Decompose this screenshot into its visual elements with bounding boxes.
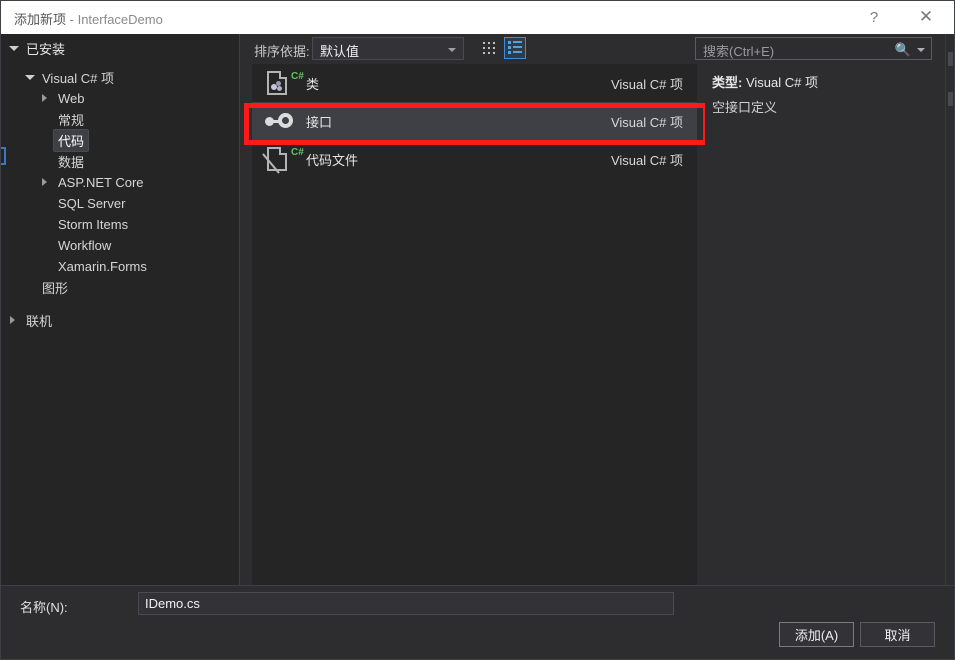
sidebar-item-visual-c[interactable]: Visual C# 项 [0, 67, 239, 88]
template-type: Visual C# 项 [610, 76, 683, 92]
sidebar-item-sql-server[interactable]: SQL Server [0, 193, 239, 214]
template-name: 接口 [306, 114, 333, 130]
tree-item-label: Storm Items [58, 217, 129, 232]
sort-by-select[interactable]: 默认值 [312, 37, 464, 60]
tree-item-label: 已安装 [26, 42, 66, 57]
add-button[interactable]: 添加(A) [779, 622, 854, 647]
installed-templates-tree[interactable]: 已安装 Visual C# 项 Web 常规 代码数据 ASP.NET Core SQL S… [0, 34, 240, 585]
list-view-icon[interactable] [504, 37, 526, 59]
sidebar-item-[interactable]: 常规 [0, 109, 239, 130]
grid-view-icon[interactable] [478, 37, 500, 59]
tree-item-label: Xamarin.Forms [58, 259, 147, 274]
sidebar-item-web[interactable]: Web [0, 88, 239, 109]
tree-item-label: Visual C# 项 [42, 71, 115, 86]
titlebar: 添加新项 - InterfaceDemo ? ✕ [0, 0, 955, 34]
tree-item-label: Web [58, 91, 85, 106]
right-scrollbar-track[interactable] [945, 34, 955, 585]
list-container: C# 类 Visual C# 项接口 Visual C# 项 C# 代码文件 Visual … [252, 64, 697, 178]
template-type: Visual C# 项 [610, 152, 683, 168]
dialog-title-project: InterfaceDemo [77, 12, 163, 27]
search-icon[interactable]: 🔍 [895, 42, 911, 58]
class-glyph [271, 81, 283, 91]
dialog-title-main: 添加新项 [14, 12, 67, 27]
list-toolbar: 排序依据: 默认值 搜索(Ctrl+E) 🔍 [240, 34, 955, 64]
csharp-badge: C# [291, 147, 304, 158]
file-page-shape: C# [267, 71, 304, 95]
sidebar-item-[interactable]: 联机 [0, 310, 239, 331]
template-list-row[interactable]: C# 类 Visual C# 项 [252, 64, 697, 102]
tree-item-label: 数据 [58, 155, 85, 170]
detail-type-value: Visual C# 项 [745, 75, 818, 90]
tree-item-label: 常规 [58, 113, 85, 128]
sidebar-item-[interactable]: 代码 [0, 129, 239, 152]
expander-collapsed-icon [40, 177, 54, 188]
close-button[interactable]: ✕ [903, 0, 949, 34]
sidebar-item-workflow[interactable]: Workflow [0, 235, 239, 256]
sort-by-label: 排序依据: [254, 44, 310, 59]
sidebar-item-[interactable]: 数据 [0, 151, 239, 172]
search-chevron-down-icon[interactable] [917, 48, 925, 52]
search-box[interactable]: 搜索(Ctrl+E) 🔍 [695, 37, 932, 60]
tree-container: 已安装 Visual C# 项 Web 常规 代码数据 ASP.NET Core SQL S… [0, 38, 239, 331]
grid-glyph [482, 41, 496, 55]
template-list-row[interactable]: C# 代码文件 Visual C# 项 [252, 140, 697, 178]
tree-item-label: ASP.NET Core [58, 175, 144, 190]
sidebar-item-asp-net-core[interactable]: ASP.NET Core [0, 172, 239, 193]
cursor-artifact [0, 147, 6, 165]
tree-item-label: 联机 [26, 314, 53, 329]
lollipop-shape [265, 113, 293, 130]
add-new-item-dialog: 添加新项 - InterfaceDemo ? ✕ 已安装 Visual C# 项 W… [0, 0, 955, 660]
dialog-title-separator: - [66, 12, 78, 27]
expander-expanded-icon [8, 45, 22, 53]
help-button[interactable]: ? [851, 0, 897, 34]
tree-item-label: Workflow [58, 238, 112, 253]
expander-collapsed-icon [40, 93, 54, 104]
file-page-shape: C# [262, 147, 304, 174]
template-name: 代码文件 [306, 152, 359, 168]
csharp-class-file-icon: C# [260, 68, 304, 98]
template-type: Visual C# 项 [610, 114, 683, 130]
csharp-badge: C# [291, 71, 304, 82]
name-input-value: IDemo.cs [145, 596, 200, 611]
list-glyph [508, 40, 522, 56]
template-list[interactable]: C# 类 Visual C# 项接口 Visual C# 项 C# 代码文件 Visual … [252, 64, 697, 585]
cancel-button[interactable]: 取消 [860, 622, 935, 647]
code-slash-glyph [262, 149, 285, 174]
tree-item-label: 代码 [52, 129, 90, 152]
interface-lollipop-icon [260, 106, 298, 136]
page-fold [279, 71, 287, 79]
expander-expanded-icon [24, 74, 38, 82]
dialog-title: 添加新项 - InterfaceDemo [14, 9, 163, 28]
sort-by-value: 默认值 [320, 44, 360, 59]
sidebar-item-storm-items[interactable]: Storm Items [0, 214, 239, 235]
sidebar-item-[interactable]: 图形 [0, 277, 239, 298]
tree-header-installed[interactable]: 已安装 [0, 38, 239, 59]
sidebar-item-xamarin-forms[interactable]: Xamarin.Forms [0, 256, 239, 277]
detail-description: 空接口定义 [712, 100, 778, 115]
scroll-mark [948, 92, 953, 106]
scroll-mark [948, 52, 953, 66]
tree-item-label: SQL Server [58, 196, 126, 211]
search-input[interactable]: 搜索(Ctrl+E) [703, 41, 774, 60]
chevron-down-icon [448, 48, 456, 52]
detail-type-row: 类型: Visual C# 项 [712, 72, 818, 91]
name-label: 名称(N): [20, 600, 68, 615]
expander-collapsed-icon [8, 315, 22, 326]
csharp-code-file-icon: C# [260, 144, 304, 174]
tree-item-label: 图形 [42, 281, 69, 296]
name-input[interactable]: IDemo.cs [138, 592, 674, 615]
details-panel: 类型: Visual C# 项 空接口定义 [705, 64, 937, 585]
template-name: 类 [306, 76, 320, 92]
detail-type-label: 类型: [712, 75, 743, 90]
template-list-row[interactable]: 接口 Visual C# 项 [252, 102, 697, 140]
